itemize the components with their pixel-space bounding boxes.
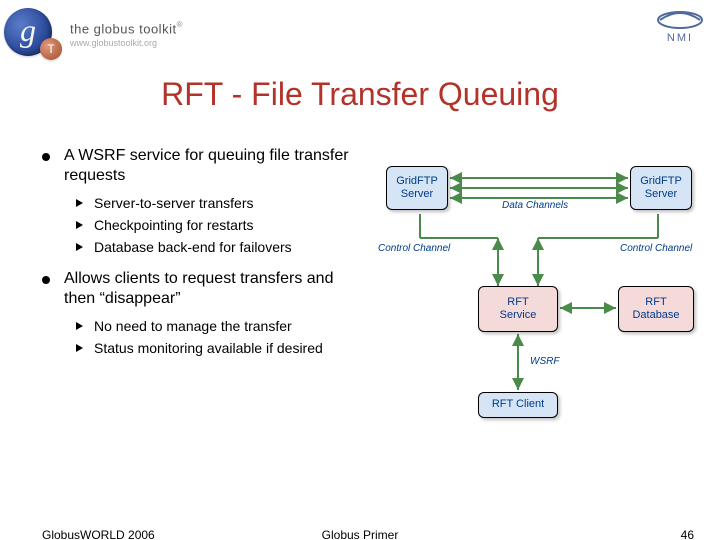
wsrf-label: WSRF: [530, 356, 559, 367]
gridftp-server-2: GridFTP Server: [630, 166, 692, 210]
gridftp-server-1: GridFTP Server: [386, 166, 448, 210]
nmi-icon: [656, 10, 704, 30]
bullet-1-sub-3: Database back-end for failovers: [76, 238, 362, 256]
body-text: A WSRF service for queuing file transfer…: [42, 146, 362, 369]
globus-logo: the globus toolkit® www.globustoolkit.or…: [4, 8, 182, 56]
slide: the globus toolkit® www.globustoolkit.or…: [0, 0, 720, 540]
bullet-2-text: Allows clients to request transfers and …: [64, 270, 333, 307]
globus-t-icon: [40, 38, 62, 60]
bullet-2-sub-2: Status monitoring available if desired: [76, 339, 362, 357]
slide-title: RFT - File Transfer Queuing: [0, 76, 720, 113]
bullet-1-sub-1: Server-to-server transfers: [76, 194, 362, 212]
logo-reg: ®: [177, 20, 183, 29]
globus-text: the globus toolkit® www.globustoolkit.or…: [70, 20, 182, 48]
footer-center: Globus Primer: [0, 528, 720, 540]
control-channel-label-left: Control Channel: [378, 243, 450, 254]
rft-service-box: RFT Service: [478, 286, 558, 332]
bullet-2-sub-1: No need to manage the transfer: [76, 317, 362, 335]
rft-client-box: RFT Client: [478, 392, 558, 418]
footer-right: 46: [681, 528, 694, 540]
bullet-1-sub-2: Checkpointing for restarts: [76, 216, 362, 234]
logo-sub: www.globustoolkit.org: [70, 38, 182, 48]
control-channel-label-right: Control Channel: [620, 243, 692, 254]
rft-database-box: RFT Database: [618, 286, 694, 332]
data-channels-label: Data Channels: [502, 200, 568, 211]
bullet-1-text: A WSRF service for queuing file transfer…: [64, 147, 349, 184]
diagram: GridFTP Server GridFTP Server Data Chann…: [380, 158, 700, 438]
bullet-2: Allows clients to request transfers and …: [42, 269, 362, 357]
nmi-text: NMI: [667, 32, 693, 44]
nmi-logo: NMI: [656, 10, 704, 44]
logo-text: the globus toolkit: [70, 21, 177, 36]
bullet-1: A WSRF service for queuing file transfer…: [42, 146, 362, 257]
header: the globus toolkit® www.globustoolkit.or…: [0, 0, 720, 70]
